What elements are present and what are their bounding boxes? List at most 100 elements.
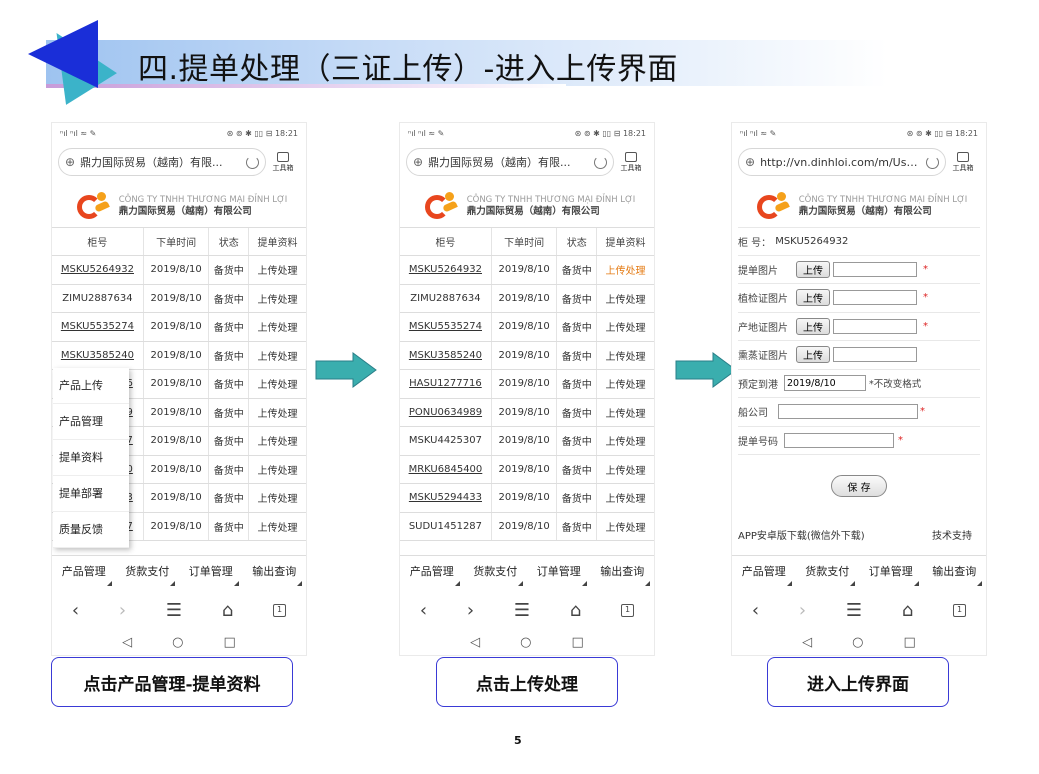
upload-process-link[interactable]: 上传处理 <box>248 312 306 342</box>
upload-process-link[interactable]: 上传处理 <box>596 483 654 513</box>
sys-back-icon[interactable]: ◁ <box>122 635 132 650</box>
home-icon[interactable]: ⌂ <box>222 600 233 621</box>
menu-icon[interactable]: ☰ <box>846 600 862 621</box>
container-link[interactable]: ZIMU2887634 <box>400 284 492 313</box>
nav-product-management[interactable]: 产品管理 <box>732 556 796 589</box>
upload-process-link[interactable]: 上传处理 <box>248 483 306 513</box>
upload-process-link[interactable]: 上传处理 <box>248 426 306 456</box>
url-field[interactable]: ⊕ 鼎力国际贸易（越南）有限... <box>406 148 614 176</box>
browser-toolbar: ‹ › ☰ ⌂ 1 <box>52 595 306 625</box>
nav-order-management[interactable]: 订单管理 <box>527 556 591 589</box>
sys-home-icon[interactable]: ○ <box>852 635 863 650</box>
sys-back-icon[interactable]: ◁ <box>802 635 812 650</box>
inspection-image-upload-button[interactable]: 上传 <box>796 289 830 307</box>
inspection-image-field[interactable] <box>833 290 917 306</box>
menu-item-product-management[interactable]: 产品管理 <box>53 404 129 440</box>
bill-image-field[interactable] <box>833 261 917 277</box>
nav-product-management[interactable]: 产品管理 <box>400 556 464 589</box>
menu-item-product-upload[interactable]: 产品上传 <box>53 368 129 404</box>
tabs-icon[interactable]: 1 <box>621 603 635 617</box>
save-area: 保 存 <box>738 455 980 517</box>
forward-icon[interactable]: › <box>119 600 126 621</box>
back-icon[interactable]: ‹ <box>72 600 79 621</box>
upload-process-link[interactable]: 上传处理 <box>248 341 306 370</box>
nav-payment[interactable]: 货款支付 <box>464 556 528 589</box>
container-link[interactable]: MSKU5264932 <box>52 255 144 285</box>
menu-item-quality-feedback[interactable]: 质量反馈 <box>53 512 129 548</box>
app-download-link[interactable]: APP安卓版下载(微信外下载) <box>738 527 865 542</box>
reload-icon[interactable] <box>246 155 259 169</box>
container-link[interactable]: PONU0634989 <box>400 398 492 427</box>
container-link[interactable]: ZIMU2887634 <box>52 284 144 313</box>
nav-payment[interactable]: 货款支付 <box>116 556 180 589</box>
sys-home-icon[interactable]: ○ <box>520 635 531 650</box>
upload-process-link[interactable]: 上传处理 <box>596 341 654 370</box>
url-field[interactable]: ⊕ 鼎力国际贸易（越南）有限... <box>58 148 266 176</box>
shipping-company-field[interactable] <box>778 404 918 420</box>
upload-process-link[interactable]: 上传处理 <box>596 398 654 427</box>
menu-item-bill-deploy[interactable]: 提单部署 <box>53 476 129 512</box>
container-link[interactable]: MSKU5535274 <box>400 312 492 342</box>
forward-icon[interactable]: › <box>799 600 806 621</box>
nav-export-query[interactable]: 输出查询 <box>923 556 987 589</box>
container-link[interactable]: HASU1277716 <box>400 369 492 399</box>
container-link[interactable]: SUDU1451287 <box>400 512 492 541</box>
reload-icon[interactable] <box>594 155 607 169</box>
quarantine-image-upload-button[interactable]: 上传 <box>796 346 830 364</box>
toolbox-button[interactable]: 工具箱 <box>266 151 300 173</box>
nav-export-query[interactable]: 输出查询 <box>243 556 307 589</box>
origin-image-upload-button[interactable]: 上传 <box>796 317 830 335</box>
back-icon[interactable]: ‹ <box>752 600 759 621</box>
menu-item-bill-docs[interactable]: 提单资料 <box>53 440 129 476</box>
forward-icon[interactable]: › <box>467 600 474 621</box>
nav-export-query[interactable]: 输出查询 <box>591 556 655 589</box>
nav-payment[interactable]: 货款支付 <box>796 556 860 589</box>
upload-process-link[interactable]: 上传处理 <box>248 369 306 399</box>
container-link[interactable]: MSKU4425307 <box>400 426 492 456</box>
container-link[interactable]: MRKU6845400 <box>400 455 492 484</box>
tabs-icon[interactable]: 1 <box>953 603 967 617</box>
container-link[interactable]: MSKU5535274 <box>52 312 144 342</box>
nav-product-management[interactable]: 产品管理 <box>52 556 116 589</box>
upload-process-link[interactable]: 上传处理 <box>596 312 654 342</box>
home-icon[interactable]: ⌂ <box>902 600 913 621</box>
url-field[interactable]: ⊕ http://vn.dinhloi.com/m/Use... <box>738 148 946 176</box>
upload-process-link[interactable]: 上传处理 <box>596 512 654 541</box>
upload-process-link[interactable]: 上传处理 <box>596 284 654 313</box>
upload-process-link[interactable]: 上传处理 <box>596 369 654 399</box>
toolbox-button[interactable]: 工具箱 <box>614 151 648 173</box>
nav-order-management[interactable]: 订单管理 <box>179 556 243 589</box>
reload-icon[interactable] <box>926 155 939 169</box>
bill-number-field[interactable] <box>784 432 894 448</box>
back-icon[interactable]: ‹ <box>420 600 427 621</box>
menu-icon[interactable]: ☰ <box>166 600 182 621</box>
upload-process-link[interactable]: 上传处理 <box>248 455 306 484</box>
tabs-icon[interactable]: 1 <box>273 603 287 617</box>
upload-process-link[interactable]: 上传处理 <box>248 398 306 427</box>
sys-back-icon[interactable]: ◁ <box>470 635 480 650</box>
container-link[interactable]: MSKU3585240 <box>400 341 492 370</box>
bill-image-upload-button[interactable]: 上传 <box>796 260 830 278</box>
sys-recents-icon[interactable]: □ <box>904 635 916 650</box>
upload-process-link-highlighted[interactable]: 上传处理 <box>596 255 654 285</box>
tech-support-link[interactable]: 技术支持 <box>932 527 972 542</box>
container-link[interactable]: MSKU3585240 <box>52 341 144 370</box>
upload-process-link[interactable]: 上传处理 <box>248 512 306 541</box>
origin-image-field[interactable] <box>833 318 917 334</box>
upload-process-link[interactable]: 上传处理 <box>596 455 654 484</box>
upload-process-link[interactable]: 上传处理 <box>248 255 306 285</box>
home-icon[interactable]: ⌂ <box>570 600 581 621</box>
quarantine-image-field[interactable] <box>833 347 917 363</box>
sys-recents-icon[interactable]: □ <box>572 635 584 650</box>
container-link[interactable]: MSKU5294433 <box>400 483 492 513</box>
arrival-date-input[interactable] <box>784 375 866 392</box>
nav-order-management[interactable]: 订单管理 <box>859 556 923 589</box>
sys-recents-icon[interactable]: □ <box>224 635 236 650</box>
upload-process-link[interactable]: 上传处理 <box>248 284 306 313</box>
toolbox-button[interactable]: 工具箱 <box>946 151 980 173</box>
container-link[interactable]: MSKU5264932 <box>400 255 492 285</box>
sys-home-icon[interactable]: ○ <box>172 635 183 650</box>
upload-process-link[interactable]: 上传处理 <box>596 426 654 456</box>
save-button[interactable]: 保 存 <box>831 475 887 497</box>
menu-icon[interactable]: ☰ <box>514 600 530 621</box>
